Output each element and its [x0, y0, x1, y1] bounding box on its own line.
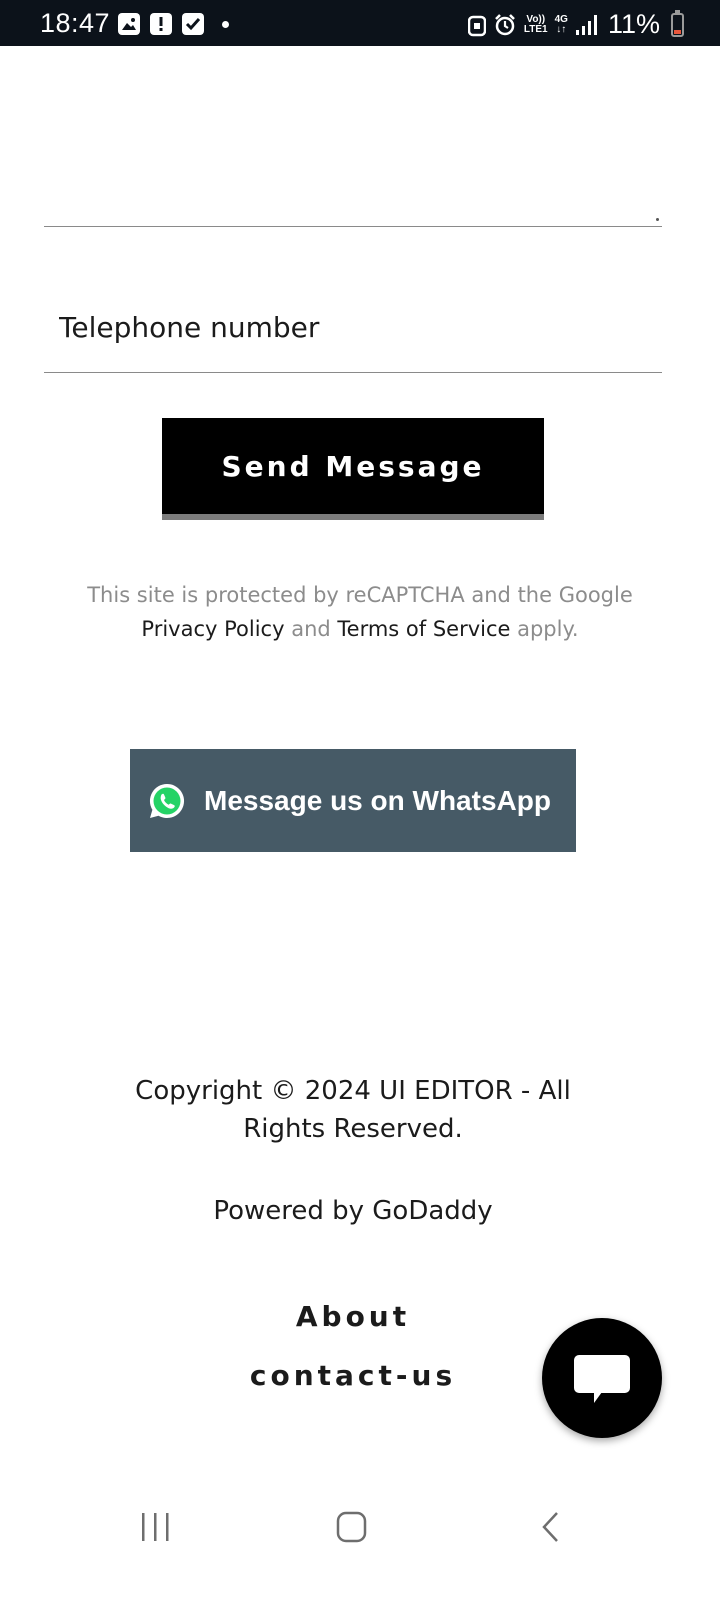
status-time: 18:47: [40, 8, 111, 38]
dot-icon: [222, 20, 229, 28]
battery-icon: [671, 9, 684, 37]
system-navigation-bar: [0, 1480, 720, 1600]
powered-by-prefix: Powered by: [213, 1196, 373, 1226]
recaptcha-notice: This site is protected by reCAPTCHA and …: [40, 578, 680, 646]
battery-level: [674, 29, 681, 34]
copyright-text: Copyright © 2024 UI EDITOR - All Rights …: [135, 1076, 571, 1144]
whatsapp-button[interactable]: Message us on WhatsApp: [130, 749, 576, 852]
telephone-field-underline: [44, 372, 662, 373]
back-icon: [542, 1512, 558, 1542]
recents-button[interactable]: [125, 1508, 185, 1548]
back-button[interactable]: [520, 1508, 580, 1548]
home-icon: [336, 1511, 367, 1543]
godaddy-link[interactable]: GoDaddy: [372, 1196, 492, 1226]
whatsapp-icon: [149, 783, 185, 818]
whatsapp-button-label: Message us on WhatsApp: [204, 784, 551, 816]
terms-of-service-link[interactable]: Terms of Service: [337, 617, 510, 641]
checkbox-icon: [182, 13, 204, 35]
alert-icon: [150, 13, 172, 35]
privacy-policy-link[interactable]: Privacy Policy: [141, 617, 284, 641]
footer-link-about[interactable]: About: [100, 1300, 606, 1333]
battery-percent: 11%: [607, 9, 660, 39]
network-type-indicator: 4G ↓↑: [554, 13, 568, 35]
footer-link-contact-us[interactable]: contact-us: [100, 1359, 606, 1392]
send-message-button[interactable]: Send Message: [162, 418, 544, 520]
notification-icons: [118, 13, 229, 35]
recaptcha-and-text: and: [284, 617, 338, 641]
message-field-underline: [44, 226, 662, 227]
recaptcha-text: This site is protected by reCAPTCHA and …: [87, 583, 633, 607]
system-icons: Vo)) LTE1 4G ↓↑ 11%: [467, 9, 684, 40]
signal-icon: [575, 14, 597, 35]
chat-bubble-icon: [574, 1355, 630, 1403]
image-icon: [118, 13, 140, 35]
lock-icon: [467, 15, 486, 36]
volte-indicator: Vo)) LTE1: [523, 13, 548, 35]
powered-by: Powered by GoDaddy: [100, 1193, 606, 1229]
telephone-input[interactable]: [44, 300, 662, 354]
status-bar: 18:47 Vo)) LTE1 4G ↓↑ 11%: [0, 0, 720, 46]
chat-button[interactable]: [542, 1318, 662, 1438]
resize-handle-icon[interactable]: [656, 218, 659, 221]
home-button[interactable]: [322, 1508, 382, 1548]
recents-icon: [142, 1513, 169, 1541]
alarm-icon: [495, 13, 515, 35]
recaptcha-apply-text: apply.: [510, 617, 579, 641]
